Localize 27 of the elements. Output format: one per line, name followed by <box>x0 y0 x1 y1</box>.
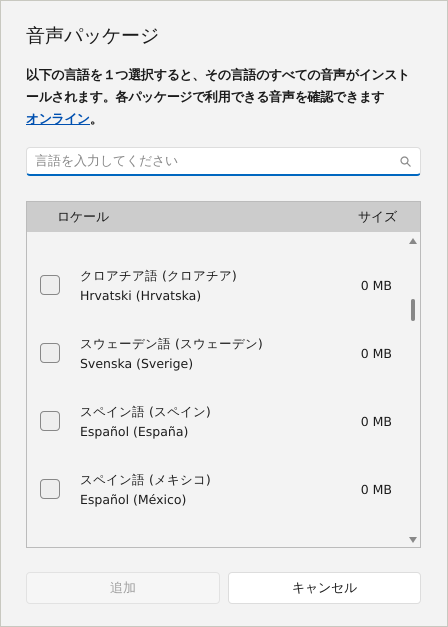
locale-name: スウェーデン語 (スウェーデン) <box>80 336 264 352</box>
locale-name: クロアチア語 (クロアチア) <box>80 268 238 284</box>
checkbox[interactable] <box>40 411 60 431</box>
checkbox[interactable] <box>40 343 60 363</box>
online-link[interactable]: オンライン <box>26 112 90 127</box>
locale-name: スペイン語 (スペイン) <box>80 404 212 420</box>
locale-native-name: Español (México) <box>80 492 188 506</box>
size-text: 0 MB <box>360 346 392 360</box>
checkbox[interactable] <box>40 479 60 499</box>
locale-name: スペイン語 (メキシコ) <box>80 472 212 488</box>
scroll-down-icon[interactable] <box>409 537 417 543</box>
size-text: 0 MB <box>360 414 392 428</box>
description-text: 以下の言語を１つ選択すると、その言語のすべての音声がインストールされます。各パッケージで利用できる音声を確認できます オンライン。 <box>26 66 412 129</box>
column-header: サイズ <box>358 209 397 226</box>
column-header: ロケール <box>57 209 110 226</box>
cancel-button[interactable]: キャンセル <box>228 572 421 604</box>
locale-native-name: Español (España) <box>80 424 190 438</box>
locale-native-name: Hrvatski (Hrvatska) <box>80 288 202 302</box>
locale-native-name: Svenska (Sverige) <box>80 356 194 370</box>
scroll-up-icon[interactable] <box>409 238 417 244</box>
size-text: 0 MB <box>360 278 392 292</box>
search-icon <box>400 156 411 167</box>
size-text: 0 MB <box>360 482 392 496</box>
checkbox[interactable] <box>40 275 60 295</box>
scrollbar-thumb[interactable] <box>411 299 415 321</box>
search-field[interactable]: 言語を入力してください <box>26 147 421 176</box>
dialog-title: 音声パッケージ <box>26 24 160 49</box>
